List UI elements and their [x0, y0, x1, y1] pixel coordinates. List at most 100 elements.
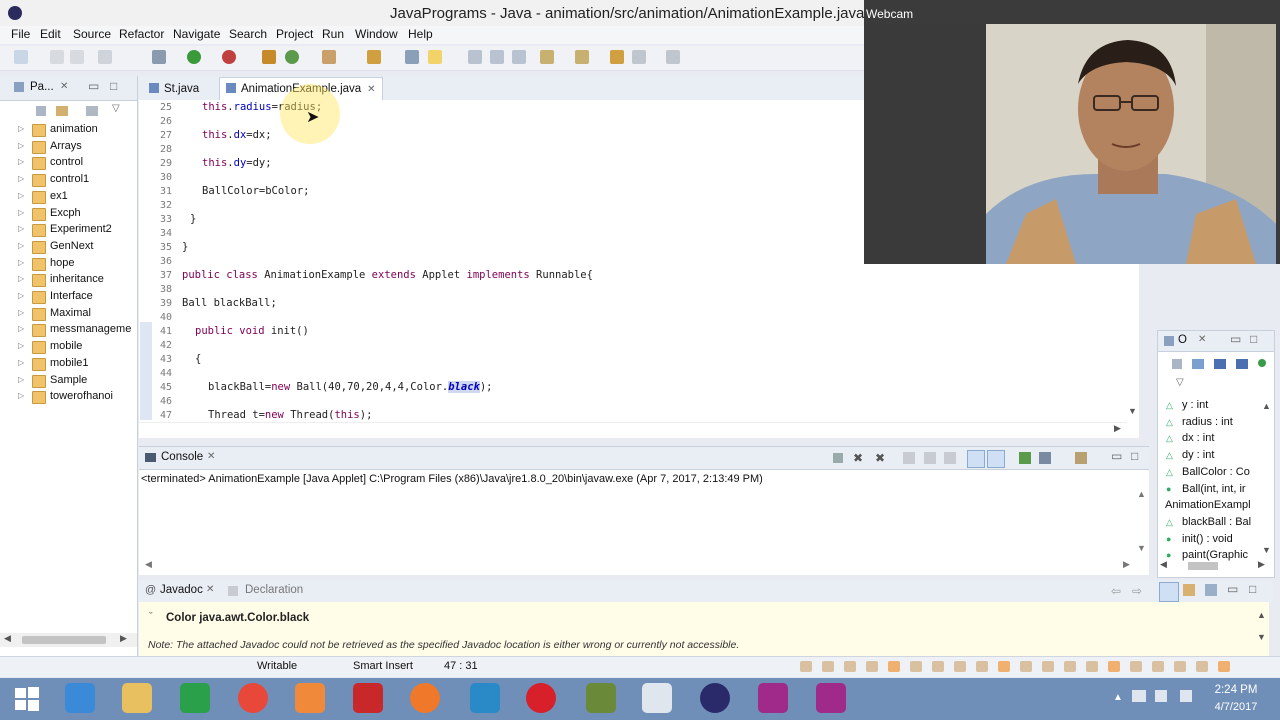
code-line[interactable]: this.dx=dx; — [202, 129, 272, 141]
expand-arrow-icon[interactable]: ▷ — [18, 208, 24, 217]
expand-arrow-icon[interactable]: ▷ — [18, 141, 24, 150]
project-item[interactable]: ▷ mobile1 — [0, 356, 137, 372]
project-item[interactable]: ▷ Excph — [0, 206, 137, 222]
code-line[interactable]: Thread t=new Thread(this); — [208, 409, 372, 421]
minimize-icon[interactable]: ▭ — [1230, 332, 1241, 346]
menu-help[interactable]: Help — [408, 27, 433, 41]
console-tab-label[interactable]: Console — [161, 451, 203, 463]
save-icon[interactable] — [50, 50, 64, 64]
open-console-icon[interactable] — [1075, 452, 1087, 464]
project-item[interactable]: ▷ ex1 — [0, 189, 137, 205]
back-icon[interactable] — [632, 50, 646, 64]
code-line[interactable]: public class AnimationExample extends Ap… — [182, 269, 593, 281]
menu-run[interactable]: Run — [322, 27, 344, 41]
maximize-icon[interactable]: □ — [1249, 582, 1256, 596]
taskbar-time[interactable]: 2:24 PM — [1210, 684, 1262, 696]
project-item[interactable]: ▷ control1 — [0, 172, 137, 188]
save-all-icon[interactable] — [70, 50, 84, 64]
status-tool-icon[interactable] — [1218, 661, 1230, 672]
refresh-icon[interactable] — [1183, 584, 1195, 596]
collapse-all-icon[interactable] — [36, 106, 46, 116]
app2-icon[interactable] — [470, 683, 500, 713]
project-item[interactable]: ▷ hope — [0, 256, 137, 272]
outline-item[interactable]: △ dy : int — [1166, 449, 1214, 461]
code-line[interactable]: Ball blackBall; — [182, 297, 277, 309]
expand-arrow-icon[interactable]: ▷ — [18, 274, 24, 283]
expand-arrow-icon[interactable]: ▷ — [18, 191, 24, 200]
forward-icon[interactable] — [666, 50, 680, 64]
status-tool-icon[interactable] — [866, 661, 878, 672]
eclipse-taskbar-icon[interactable] — [700, 683, 730, 713]
package-icon[interactable] — [262, 50, 276, 64]
declaration-tab-label[interactable]: Declaration — [245, 584, 303, 596]
menu-file[interactable]: File — [11, 27, 30, 41]
annotation-icon[interactable] — [405, 50, 419, 64]
project-item[interactable]: ▷ Sample — [0, 373, 137, 389]
menu-navigate[interactable]: Navigate — [173, 27, 220, 41]
menu-project[interactable]: Project — [276, 27, 313, 41]
outline-item[interactable]: △ dx : int — [1166, 432, 1214, 444]
code-line[interactable]: BallColor=bColor; — [202, 185, 309, 197]
code-line[interactable]: this.dy=dy; — [202, 157, 272, 169]
status-tool-icon[interactable] — [800, 661, 812, 672]
print-icon[interactable] — [98, 50, 112, 64]
code-line[interactable]: { — [195, 353, 201, 365]
scroll-right-icon[interactable]: ▶ — [120, 633, 127, 644]
collapse-all-icon[interactable] — [1172, 359, 1182, 369]
scroll-up-icon[interactable]: ▲ — [1257, 610, 1266, 620]
scroll-thumb[interactable] — [22, 636, 106, 644]
status-tool-icon[interactable] — [1174, 661, 1186, 672]
word-wrap-icon[interactable] — [944, 452, 956, 464]
menu-edit[interactable]: Edit — [40, 27, 61, 41]
hide-nonpublic-icon[interactable] — [1258, 359, 1266, 367]
debug-icon[interactable] — [152, 50, 166, 64]
expand-arrow-icon[interactable]: ▷ — [18, 224, 24, 233]
expand-arrow-icon[interactable]: ▷ — [18, 375, 24, 384]
show-whitespace-icon[interactable] — [490, 50, 504, 64]
run-icon[interactable] — [187, 50, 201, 64]
chevron-down-icon[interactable]: ▽ — [112, 103, 120, 114]
scroll-down-icon[interactable]: ▼ — [1262, 545, 1271, 555]
code-line[interactable]: } — [190, 213, 196, 225]
display-console-icon[interactable] — [1039, 452, 1051, 464]
prev-annotation-icon[interactable] — [575, 50, 589, 64]
outline-item[interactable]: △ blackBall : Bal — [1166, 516, 1251, 528]
minimize-icon[interactable]: ▭ — [88, 79, 99, 93]
status-tool-icon[interactable] — [822, 661, 834, 672]
pin-console-icon[interactable] — [1019, 452, 1031, 464]
maximize-icon[interactable]: □ — [1131, 449, 1138, 463]
status-tool-icon[interactable] — [1130, 661, 1142, 672]
last-edit-icon[interactable] — [610, 50, 624, 64]
minimize-icon[interactable]: ▭ — [1227, 582, 1238, 596]
flag-icon[interactable] — [1180, 690, 1192, 702]
taskbar-date[interactable]: 4/7/2017 — [1210, 701, 1262, 713]
terminate-icon[interactable] — [833, 453, 843, 463]
close-icon[interactable]: ✕ — [1198, 334, 1206, 345]
internet-explorer-icon[interactable] — [65, 683, 95, 713]
project-item[interactable]: ▷ Interface — [0, 289, 137, 305]
expand-arrow-icon[interactable]: ▷ — [18, 308, 24, 317]
app4-icon[interactable] — [642, 683, 672, 713]
sort-icon[interactable] — [1192, 359, 1204, 369]
project-item[interactable]: ▷ animation — [0, 122, 137, 138]
status-tool-icon[interactable] — [1086, 661, 1098, 672]
project-item[interactable]: ▷ GenNext — [0, 239, 137, 255]
scroll-thumb[interactable] — [1188, 562, 1218, 570]
store-icon[interactable] — [180, 683, 210, 713]
paragraph-icon[interactable] — [512, 50, 526, 64]
project-item[interactable]: ▷ inheritance — [0, 272, 137, 288]
new-class-icon[interactable] — [285, 50, 299, 64]
status-tool-icon[interactable] — [888, 661, 900, 672]
expand-arrow-icon[interactable]: ▷ — [18, 358, 24, 367]
scroll-down-icon[interactable]: ▼ — [1257, 632, 1266, 642]
link-editor-icon[interactable] — [56, 106, 68, 116]
outline-item[interactable]: △ radius : int — [1166, 416, 1233, 428]
show-stderr-icon[interactable] — [987, 450, 1005, 468]
status-tool-icon[interactable] — [910, 661, 922, 672]
expand-arrow-icon[interactable]: ▷ — [18, 124, 24, 133]
network-icon[interactable] — [1132, 690, 1146, 702]
clear-console-icon[interactable] — [903, 452, 915, 464]
search-icon[interactable] — [367, 50, 381, 64]
open-icon[interactable] — [1205, 584, 1217, 596]
app6-icon[interactable] — [816, 683, 846, 713]
